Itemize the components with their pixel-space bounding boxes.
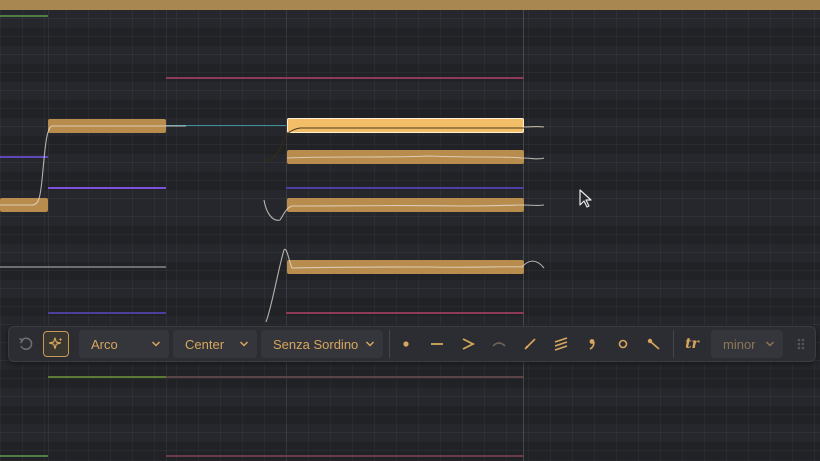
breath-mark-icon <box>589 339 595 350</box>
sparkle-icon <box>48 337 63 350</box>
trill-mode-value: minor <box>723 336 756 352</box>
undo-button[interactable] <box>13 331 39 357</box>
trill-mode-dropdown[interactable]: minor <box>711 330 783 358</box>
portamento-button[interactable] <box>641 331 667 357</box>
accent-icon <box>462 338 476 350</box>
mute-dropdown-value: Senza Sordino <box>273 336 359 352</box>
position-dropdown[interactable]: Center <box>173 330 257 358</box>
trill-button[interactable]: tr <box>679 331 705 357</box>
articulation-toolbar: Arco Center Senza Sordino tr minor <box>8 326 816 362</box>
accent-button[interactable] <box>455 331 481 357</box>
slur-icon <box>492 342 506 347</box>
portamento-icon <box>647 338 660 350</box>
mute-dropdown[interactable]: Senza Sordino <box>261 330 383 358</box>
toolbar-separator <box>389 330 390 358</box>
auto-articulate-button[interactable] <box>43 331 69 357</box>
toolbar-separator <box>673 330 674 358</box>
glissando-button[interactable] <box>517 331 543 357</box>
tremolo-button[interactable] <box>548 331 574 357</box>
chevron-down-icon <box>151 341 161 347</box>
breath-mark-button[interactable] <box>579 331 605 357</box>
undo-icon <box>19 337 33 350</box>
tremolo-icon <box>554 337 568 351</box>
technique-dropdown-value: Arco <box>91 336 118 352</box>
harmonic-button[interactable] <box>610 331 636 357</box>
technique-dropdown[interactable]: Arco <box>79 330 169 358</box>
chevron-down-icon <box>239 341 249 347</box>
mouse-cursor-icon <box>579 189 592 208</box>
harmonic-icon <box>618 339 628 349</box>
position-dropdown-value: Center <box>185 336 225 352</box>
chevron-down-icon <box>765 341 775 347</box>
trill-label: tr <box>685 336 699 352</box>
pitch-curves <box>0 125 545 323</box>
drag-handle[interactable] <box>793 331 809 357</box>
tenuto-button[interactable] <box>424 331 450 357</box>
slur-button[interactable] <box>486 331 512 357</box>
chevron-down-icon <box>365 341 375 347</box>
tenuto-icon <box>431 343 443 345</box>
drag-handle-icon <box>797 338 805 350</box>
staccato-button[interactable] <box>393 331 419 357</box>
piano-roll-editor[interactable] <box>0 0 820 461</box>
staccato-icon <box>403 341 409 347</box>
glissando-icon <box>524 338 536 350</box>
